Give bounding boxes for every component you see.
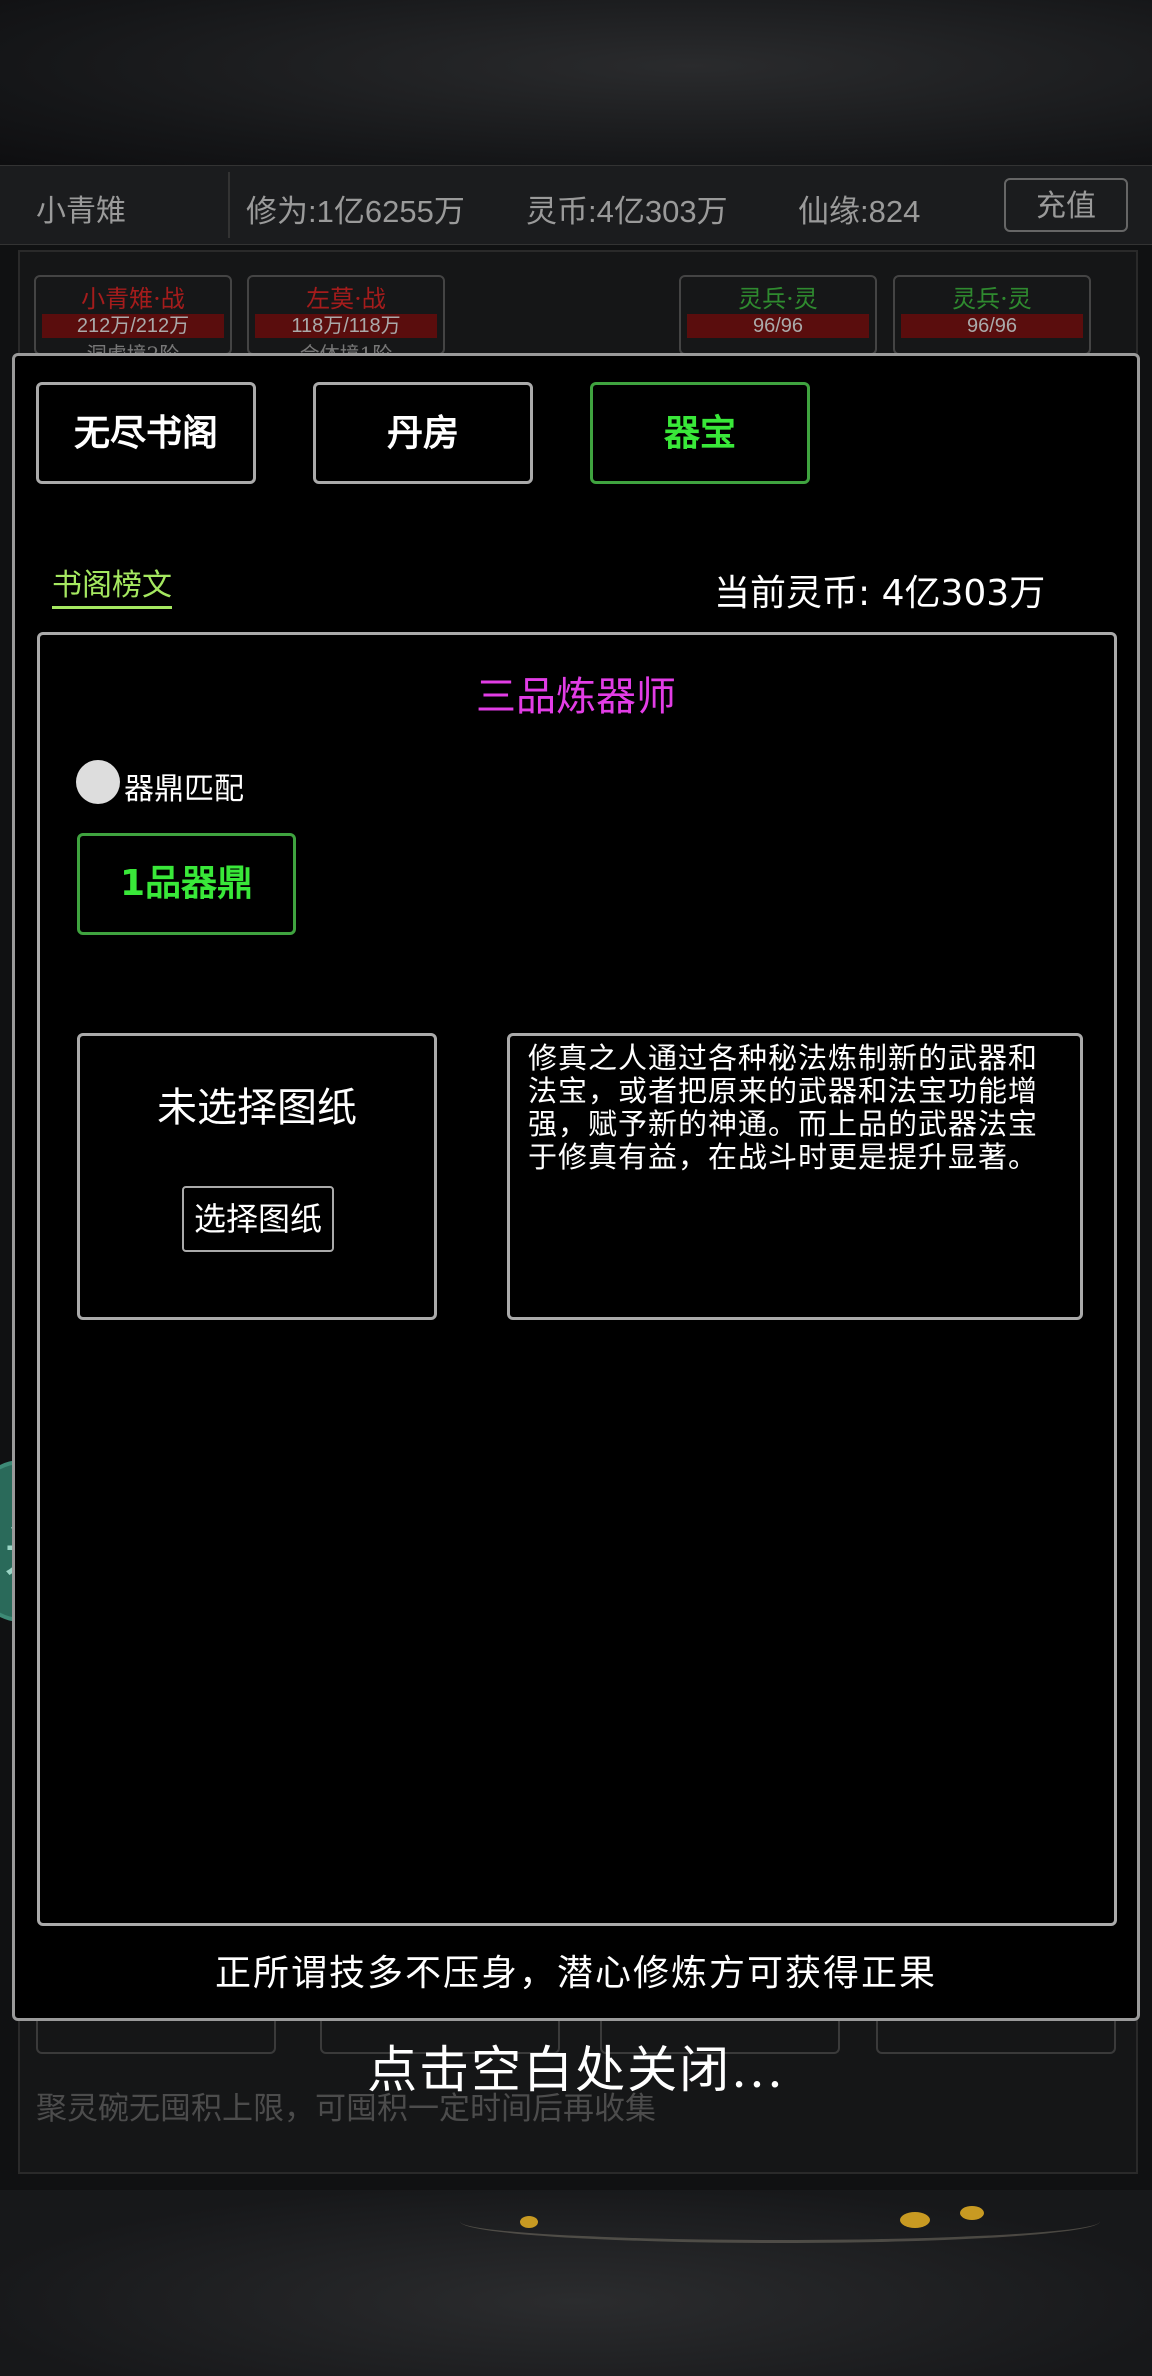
- card-hp-bar: 96/96: [901, 314, 1083, 338]
- select-blueprint-button[interactable]: 选择图纸: [182, 1186, 334, 1252]
- current-coins: 当前灵币: 4亿303万: [714, 573, 1046, 614]
- cultivation-value: 修为:1亿6255万: [246, 194, 465, 229]
- gold-fleck: [960, 2206, 984, 2220]
- spirit-soldier-card[interactable]: 灵兵·灵 96/96: [893, 275, 1091, 355]
- card-hp-bar: 96/96: [687, 314, 869, 338]
- tripod-match-radio[interactable]: [76, 760, 120, 804]
- spirit-soldier-card[interactable]: 灵兵·灵 96/96: [679, 275, 877, 355]
- player-name: 小青雉: [36, 194, 126, 229]
- card-title: 小青雉·战: [81, 285, 185, 313]
- companion-card[interactable]: 左莫·战 118万/118万 合体境1阶: [247, 275, 445, 355]
- card-hp-bar: 212万/212万: [42, 314, 224, 338]
- spirit-coin-value: 灵币:4亿303万: [526, 194, 728, 229]
- blueprint-status: 未选择图纸: [157, 1085, 357, 1131]
- companion-card[interactable]: 小青雉·战 212万/212万 洞虚境2阶: [34, 275, 232, 355]
- tab-endless-library[interactable]: 无尽书阁: [36, 382, 256, 484]
- close-hint[interactable]: 点击空白处关闭...: [0, 2030, 1152, 2102]
- tab-artifacts[interactable]: 器宝: [590, 382, 810, 484]
- card-hp-bar: 118万/118万: [255, 314, 437, 338]
- crafter-rank-title: 三品炼器师: [476, 674, 676, 720]
- tripod-select-button[interactable]: 1品器鼎: [77, 833, 296, 935]
- background-scenery-top: [0, 0, 1152, 165]
- crafting-description: 修真之人通过各种秘法炼制新的武器和法宝，或者把原来的武器和法宝功能增强，赋予新的…: [507, 1033, 1083, 1320]
- motto-text: 正所谓技多不压身，潜心修炼方可获得正果: [214, 1953, 937, 1994]
- status-divider: [228, 172, 230, 238]
- card-title: 灵兵·灵: [738, 285, 818, 313]
- gold-fleck: [520, 2216, 538, 2228]
- tripod-match-label: 器鼎匹配: [124, 772, 244, 807]
- recharge-button[interactable]: 充值: [1004, 178, 1128, 232]
- gold-fleck: [900, 2212, 930, 2228]
- library-ranking-link[interactable]: 书阁榜文: [52, 560, 172, 609]
- tab-alchemy-room[interactable]: 丹房: [313, 382, 533, 484]
- card-title: 左莫·战: [306, 285, 386, 313]
- card-title: 灵兵·灵: [952, 285, 1032, 313]
- decorative-streak: [460, 2200, 1100, 2243]
- fate-value: 仙缘:824: [798, 194, 921, 229]
